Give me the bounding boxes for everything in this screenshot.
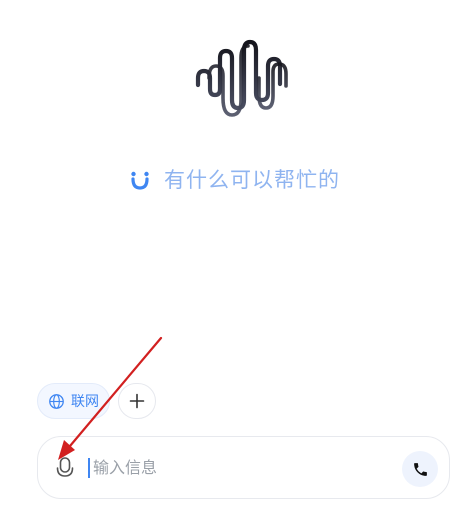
phone-icon: [413, 462, 427, 476]
globe-icon: [49, 393, 64, 409]
message-input-box[interactable]: 输入信息: [37, 436, 450, 499]
waveform-logo-icon: [195, 39, 288, 117]
web-search-toggle[interactable]: 联网: [37, 383, 110, 419]
add-button[interactable]: [118, 383, 156, 419]
text-caret: [88, 458, 90, 478]
message-input[interactable]: 输入信息: [93, 457, 157, 479]
voice-call-button[interactable]: [402, 451, 438, 487]
smile-icon: [131, 171, 149, 190]
greeting: 有什么可以帮忙的: [128, 164, 340, 194]
chat-home-screen: 有什么可以帮忙的 联网 输入信息: [0, 0, 464, 506]
microphone-icon[interactable]: [54, 456, 76, 480]
web-search-label: 联网: [71, 394, 99, 410]
plus-icon: [129, 393, 145, 409]
greeting-text: 有什么可以帮忙的: [164, 168, 340, 192]
